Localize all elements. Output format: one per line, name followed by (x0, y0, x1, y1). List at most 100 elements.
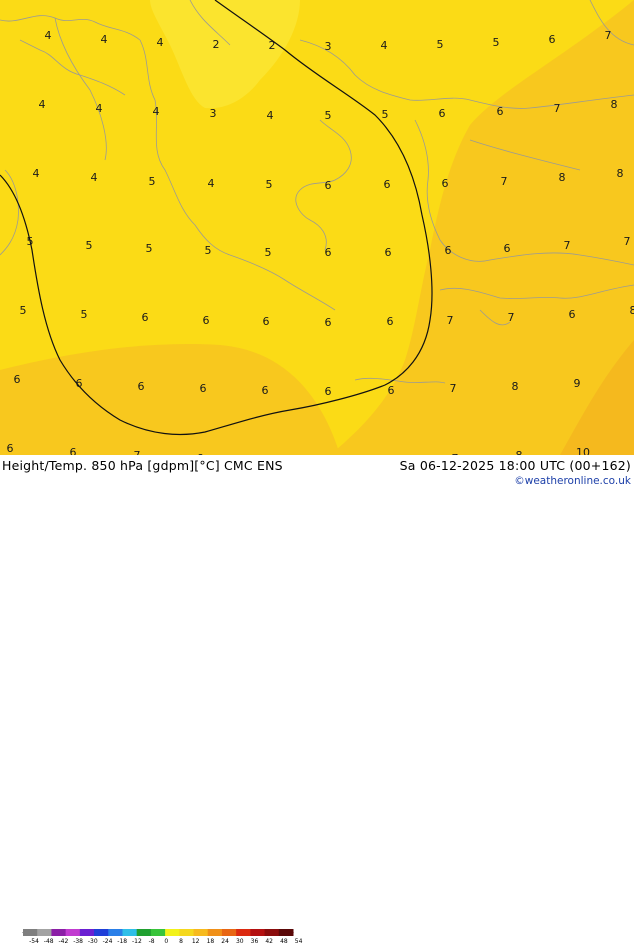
temperature-value-label: 6 (388, 384, 395, 397)
colorbar-tick-label: -24 (103, 938, 113, 945)
colorbar-tick-label: 54 (295, 938, 303, 945)
colorbar-tick-label: -12 (132, 938, 142, 945)
temperature-value-label: 9 (574, 377, 581, 390)
colorbar-segment (122, 929, 137, 936)
colorbar-tick-label: -18 (117, 938, 127, 945)
temperature-value-label: 10 (576, 446, 590, 455)
temperature-value-label: 4 (91, 171, 98, 184)
temperature-value-label: 6 (325, 246, 332, 259)
temperature-value-label: 6 (387, 315, 394, 328)
colorbar-segment (222, 929, 237, 936)
temperature-value-label: 6 (262, 384, 269, 397)
colorbar-segment (265, 929, 280, 936)
temperature-value-label: 2 (269, 39, 276, 52)
temperature-value-label: 4 (157, 36, 164, 49)
temperature-value-label: 6 (384, 178, 391, 191)
temperature-value-label: 4 (39, 98, 46, 111)
temperature-value-label: 4 (381, 39, 388, 52)
temperature-value-label: 4 (33, 167, 40, 180)
temperature-value-label: 8 (617, 167, 624, 180)
temperature-value-label: 6 (325, 179, 332, 192)
temperature-value-label: 8 (559, 171, 566, 184)
temperature-value-label: 5 (81, 308, 88, 321)
temperature-value-label: 6 (263, 315, 270, 328)
temperature-value-label: 7 (508, 311, 515, 324)
colorbar-tick-label: -54 (29, 938, 39, 945)
colorbar-segment (179, 929, 194, 936)
colorbar-tick-label: 8 (179, 938, 183, 945)
colorbar-tick-label: -38 (73, 938, 83, 945)
colorbar-segment (37, 929, 52, 936)
temperature-value-label: 5 (437, 38, 444, 51)
colorbar-tick-label: -42 (58, 938, 68, 945)
temperature-value-label: 4 (101, 33, 108, 46)
colorbar-tick-label: 30 (236, 938, 244, 945)
temperature-value-label: 7 (624, 235, 631, 248)
temperature-value-label: 3 (325, 40, 332, 53)
temperature-value-label: 3 (210, 107, 217, 120)
temperature-value-label: 5 (20, 304, 27, 317)
credit-link[interactable]: ©weatheronline.co.uk (514, 475, 631, 487)
temperature-value-label: 6 (200, 382, 207, 395)
temperature-value-label: 6 (569, 308, 576, 321)
temperature-value-label: 4 (267, 109, 274, 122)
weather-map: 4442234556744434556678445456667885555566… (0, 0, 634, 455)
temperature-value-label: 4 (153, 105, 160, 118)
colorbar-tick-label: 12 (192, 938, 200, 945)
colorbar-tick-label: -30 (88, 938, 98, 945)
colorbar-segment (194, 929, 209, 936)
temperature-value-label: 4 (45, 29, 52, 42)
colorbar-segment (66, 929, 81, 936)
temperature-value-label: 6 (70, 446, 77, 455)
temperature-value-label: 5 (266, 178, 273, 191)
colorbar-tick-label: 24 (221, 938, 229, 945)
colorbar (22, 928, 294, 937)
temperature-value-label: 6 (549, 33, 556, 46)
colorbar-segment (151, 929, 166, 936)
temperature-value-label: 5 (382, 108, 389, 121)
temperature-value-label: 6 (325, 385, 332, 398)
map-canvas: 4442234556744434556678445456667885555566… (0, 0, 634, 455)
temperature-value-label: 5 (325, 109, 332, 122)
colorbar-segment (80, 929, 95, 936)
colorbar-segment (165, 929, 180, 936)
temperature-value-label: 5 (149, 175, 156, 188)
colorbar-tick-label: 42 (265, 938, 273, 945)
colorbar-segment (250, 929, 265, 936)
colorbar-segment (51, 929, 66, 936)
colorbar-tick-label: 36 (251, 938, 259, 945)
temperature-value-label: 7 (564, 239, 571, 252)
temperature-value-label: 7 (447, 314, 454, 327)
temperature-value-label: 4 (208, 177, 215, 190)
temperature-value-label: 5 (493, 36, 500, 49)
temperature-value-label: 6 (76, 377, 83, 390)
temperature-value-label: 6 (14, 373, 21, 386)
colorbar-segment (94, 929, 109, 936)
temperature-value-label: 6 (385, 246, 392, 259)
map-title: Height/Temp. 850 hPa [gdpm][°C] CMC ENS (2, 458, 283, 473)
temperature-value-label: 5 (205, 244, 212, 257)
temperature-value-label: 5 (146, 242, 153, 255)
colorbar-tick-label: 0 (164, 938, 168, 945)
temperature-value-label: 6 (7, 442, 14, 455)
temperature-value-label: 6 (439, 107, 446, 120)
temperature-value-label: 6 (497, 105, 504, 118)
map-footer: Height/Temp. 850 hPa [gdpm][°C] CMC ENS … (0, 455, 634, 490)
temperature-value-label: 7 (450, 382, 457, 395)
temperature-value-label: 6 (442, 177, 449, 190)
temperature-value-label: 7 (554, 102, 561, 115)
temperature-value-label: 2 (213, 38, 220, 51)
temperature-value-label: 6 (138, 380, 145, 393)
colorbar-segment (137, 929, 152, 936)
valid-time: Sa 06-12-2025 18:00 UTC (00+162) (400, 458, 631, 473)
temperature-value-label: 7 (605, 29, 612, 42)
colorbar-tick-label: 48 (280, 938, 288, 945)
colorbar-segment (236, 929, 251, 936)
colorbar-segment (108, 929, 123, 936)
temperature-value-label: 8 (512, 380, 519, 393)
temperature-value-label: 8 (630, 304, 634, 317)
temperature-value-label: 6 (142, 311, 149, 324)
temperature-value-label: 6 (445, 244, 452, 257)
temperature-value-label: 6 (504, 242, 511, 255)
colorbar-segment (208, 929, 223, 936)
